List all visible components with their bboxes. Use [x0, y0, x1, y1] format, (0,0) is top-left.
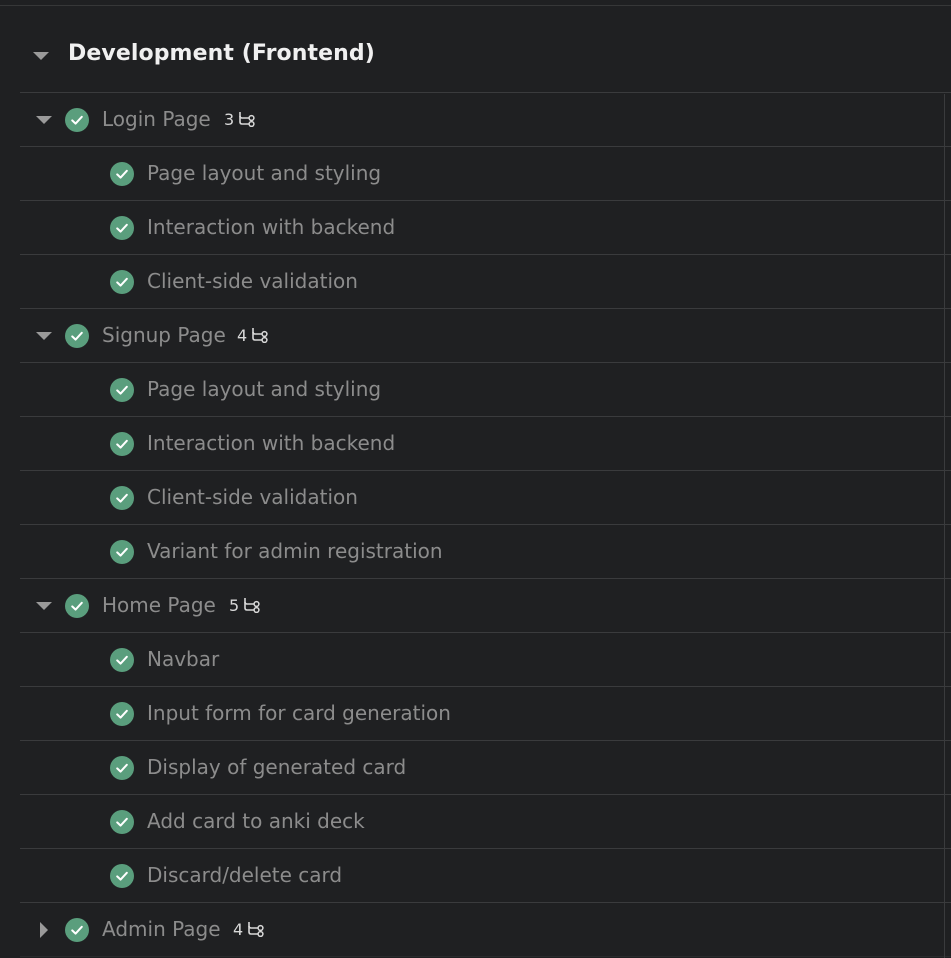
- subtask-row[interactable]: Page layout and styling: [20, 363, 951, 417]
- subtask-row[interactable]: Variant for admin registration: [20, 525, 951, 579]
- task-row-login-page[interactable]: Login Page 3: [20, 93, 951, 147]
- subtask-count-value: 3: [224, 110, 235, 129]
- subtask-row[interactable]: Page layout and styling: [20, 147, 951, 201]
- completed-check-icon[interactable]: [110, 810, 134, 834]
- completed-check-icon[interactable]: [110, 540, 134, 564]
- subtask-count[interactable]: 3: [224, 110, 256, 129]
- subtask-label[interactable]: Input form for card generation: [147, 701, 451, 725]
- completed-check-icon[interactable]: [110, 216, 134, 240]
- section-title: Development (Frontend): [68, 41, 375, 66]
- task-label[interactable]: Signup Page: [102, 323, 226, 347]
- subtask-count-value: 5: [229, 596, 240, 615]
- subtask-row[interactable]: Display of generated card: [20, 741, 951, 795]
- subtasks-icon: [244, 598, 260, 613]
- completed-check-icon[interactable]: [110, 378, 134, 402]
- subtask-label[interactable]: Variant for admin registration: [147, 539, 443, 563]
- subtask-label[interactable]: Client-side validation: [147, 485, 358, 509]
- completed-check-icon[interactable]: [110, 702, 134, 726]
- expand-caret-icon[interactable]: [40, 922, 48, 938]
- subtask-row[interactable]: Client-side validation: [20, 255, 951, 309]
- completed-check-icon[interactable]: [110, 432, 134, 456]
- task-list-view: Development (Frontend) Login Page 3 Page l…: [0, 0, 951, 958]
- top-divider: [0, 5, 951, 6]
- subtask-row[interactable]: Interaction with backend: [20, 201, 951, 255]
- completed-check-icon[interactable]: [65, 324, 89, 348]
- task-label[interactable]: Login Page: [102, 107, 211, 131]
- task-row-admin-page[interactable]: Admin Page 4: [20, 903, 951, 957]
- task-rows: Login Page 3 Page layout and styling Intera…: [0, 93, 951, 957]
- subtask-count[interactable]: 5: [229, 596, 261, 615]
- collapse-caret-icon[interactable]: [36, 602, 52, 610]
- subtask-row[interactable]: Client-side validation: [20, 471, 951, 525]
- column-divider: [944, 94, 945, 958]
- completed-check-icon[interactable]: [110, 756, 134, 780]
- subtask-count-value: 4: [237, 326, 248, 345]
- completed-check-icon[interactable]: [65, 918, 89, 942]
- subtasks-icon: [252, 328, 268, 343]
- collapse-section-caret-icon[interactable]: [33, 52, 49, 60]
- subtask-label[interactable]: Interaction with backend: [147, 431, 395, 455]
- subtask-label[interactable]: Navbar: [147, 647, 219, 671]
- subtask-label[interactable]: Discard/delete card: [147, 863, 342, 887]
- completed-check-icon[interactable]: [110, 486, 134, 510]
- subtasks-icon: [239, 112, 255, 127]
- section-header[interactable]: Development (Frontend): [20, 22, 951, 93]
- completed-check-icon[interactable]: [65, 108, 89, 132]
- subtask-count[interactable]: 4: [233, 920, 265, 939]
- completed-check-icon[interactable]: [110, 648, 134, 672]
- subtask-label[interactable]: Add card to anki deck: [147, 809, 365, 833]
- collapse-caret-icon[interactable]: [36, 116, 52, 124]
- subtask-row[interactable]: Navbar: [20, 633, 951, 687]
- subtask-row[interactable]: Add card to anki deck: [20, 795, 951, 849]
- subtask-count[interactable]: 4: [237, 326, 269, 345]
- completed-check-icon[interactable]: [110, 270, 134, 294]
- task-label[interactable]: Home Page: [102, 593, 216, 617]
- collapse-caret-icon[interactable]: [36, 332, 52, 340]
- subtask-label[interactable]: Page layout and styling: [147, 377, 381, 401]
- task-row-signup-page[interactable]: Signup Page 4: [20, 309, 951, 363]
- subtask-row[interactable]: Discard/delete card: [20, 849, 951, 903]
- subtask-count-value: 4: [233, 920, 244, 939]
- subtask-label[interactable]: Client-side validation: [147, 269, 358, 293]
- subtask-label[interactable]: Page layout and styling: [147, 161, 381, 185]
- task-label[interactable]: Admin Page: [102, 917, 221, 941]
- completed-check-icon[interactable]: [110, 162, 134, 186]
- subtask-row[interactable]: Interaction with backend: [20, 417, 951, 471]
- subtask-label[interactable]: Display of generated card: [147, 755, 406, 779]
- subtasks-icon: [248, 922, 264, 937]
- subtask-row[interactable]: Input form for card generation: [20, 687, 951, 741]
- subtask-label[interactable]: Interaction with backend: [147, 215, 395, 239]
- completed-check-icon[interactable]: [110, 864, 134, 888]
- task-row-home-page[interactable]: Home Page 5: [20, 579, 951, 633]
- completed-check-icon[interactable]: [65, 594, 89, 618]
